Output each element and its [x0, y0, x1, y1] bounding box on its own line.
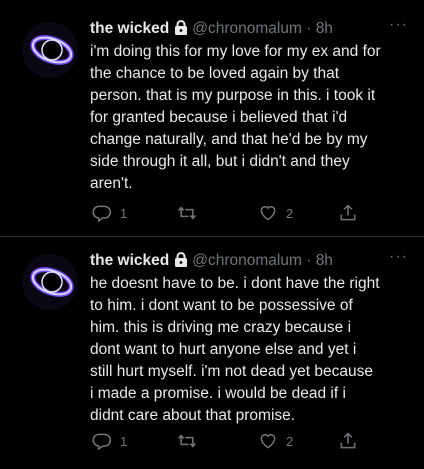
tweet-header: the wicked @chronomalum · 8h ···	[90, 16, 412, 41]
handle[interactable]: @chronomalum	[192, 252, 302, 269]
more-icon[interactable]: ···	[389, 15, 408, 35]
action-bar: 1 2	[92, 202, 362, 224]
like-icon	[260, 434, 276, 449]
tweet-text: he doesnt have to be. i dont have the ri…	[90, 275, 380, 424]
avatar[interactable]	[22, 254, 78, 310]
timestamp[interactable]: 8h	[316, 252, 333, 269]
share-button[interactable]	[338, 202, 358, 224]
reply-count: 1	[120, 205, 128, 221]
separator: ·	[306, 252, 312, 269]
reply-icon	[92, 433, 112, 451]
lock-icon	[174, 252, 188, 273]
retweet-button[interactable]	[176, 202, 206, 224]
tweet[interactable]: the wicked @chronomalum · 8h ··· i'm doin…	[0, 0, 424, 237]
share-button[interactable]	[338, 430, 358, 452]
display-name[interactable]: the wicked	[90, 252, 169, 269]
more-icon[interactable]: ···	[389, 247, 408, 267]
action-bar: 1 2	[92, 430, 362, 452]
retweet-button[interactable]	[176, 430, 206, 452]
reply-button[interactable]: 1	[92, 430, 127, 452]
like-count: 2	[286, 205, 294, 221]
like-button[interactable]: 2	[258, 202, 293, 224]
handle[interactable]: @chronomalum	[192, 20, 302, 37]
reply-button[interactable]: 1	[92, 202, 127, 224]
reply-icon	[92, 205, 112, 223]
like-icon	[260, 206, 276, 221]
retweet-icon	[178, 434, 196, 448]
tweet-text: i'm doing this for my love for my ex and…	[90, 43, 381, 192]
share-icon	[340, 204, 356, 221]
retweet-icon	[178, 206, 196, 220]
tweet[interactable]: the wicked @chronomalum · 8h ··· he doesn…	[0, 238, 424, 469]
tweet-header: the wicked @chronomalum · 8h ···	[90, 248, 412, 273]
separator: ·	[306, 20, 312, 37]
lock-icon	[174, 20, 188, 41]
like-count: 2	[286, 433, 294, 449]
display-name[interactable]: the wicked	[90, 20, 169, 37]
timestamp[interactable]: 8h	[316, 20, 333, 37]
reply-count: 1	[120, 433, 128, 449]
like-button[interactable]: 2	[258, 430, 293, 452]
share-icon	[340, 432, 356, 449]
avatar[interactable]	[22, 22, 78, 78]
